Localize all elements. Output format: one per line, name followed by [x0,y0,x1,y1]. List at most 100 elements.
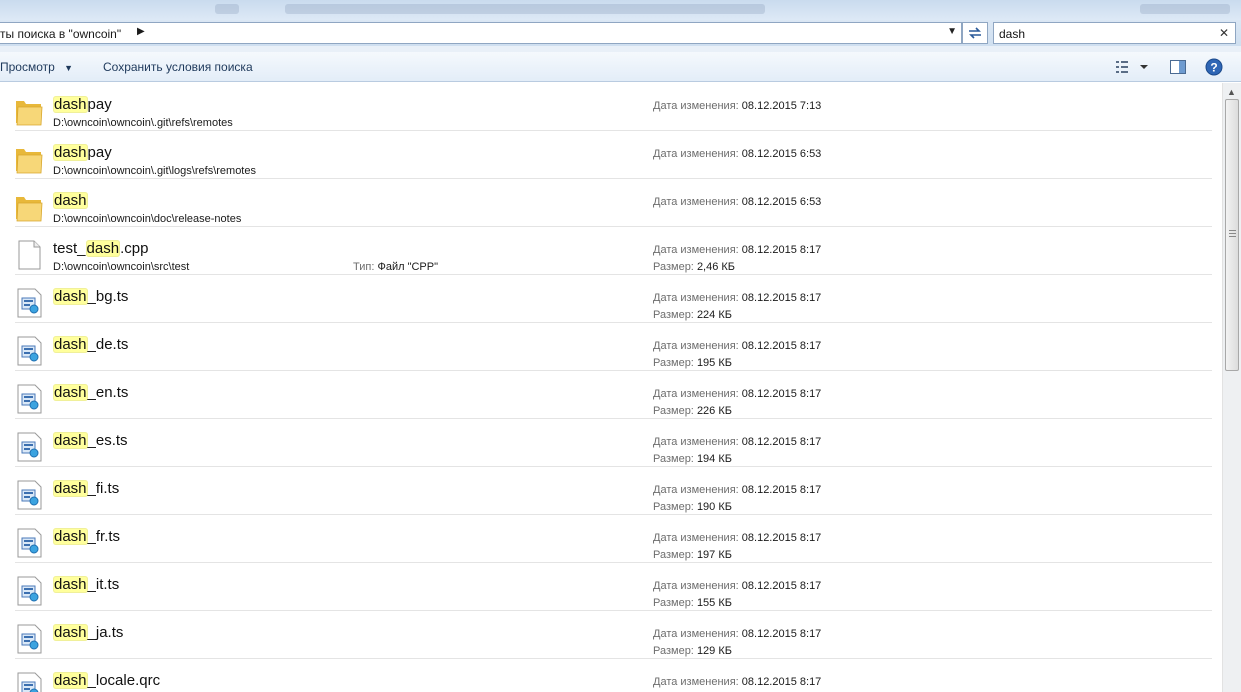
file-name[interactable]: dash_fi.ts [53,480,119,497]
result-row[interactable]: dash_de.ts Дата изменения: 08.12.2015 8:1… [0,323,1222,371]
date-value: 08.12.2015 8:17 [741,388,822,400]
result-row[interactable]: dash_fi.ts Дата изменения: 08.12.2015 8:1… [0,467,1222,515]
title-path-ghost [285,4,765,14]
window-controls-ghost [1140,4,1230,14]
scroll-thumb[interactable] [1225,99,1239,371]
help-icon: ? [1205,58,1223,76]
size-label: Размер: [653,453,694,465]
result-row[interactable]: dash_locale.qrc Дата изменения: 08.12.201… [0,659,1222,692]
file-name[interactable]: dash_de.ts [53,336,128,353]
size-value: 194 КБ [696,453,732,465]
view-menu-button[interactable]: Просмотр ▼ [0,60,73,74]
result-row[interactable]: dash_bg.ts Дата изменения: 08.12.2015 8:1… [0,275,1222,323]
command-bar: Просмотр ▼ Сохранить условия поиска ? [0,52,1241,82]
qt-translation-file-icon [15,431,43,463]
result-row[interactable]: test_dash.cpp D:\owncoin\owncoin\src\test… [0,227,1222,275]
qt-translation-file-icon [15,575,43,607]
file-size: Размер: 195 КБ [653,357,732,369]
qt-translation-file-icon [15,623,43,655]
file-name[interactable]: dash_bg.ts [53,288,128,305]
result-row[interactable]: dash_ja.ts Дата изменения: 08.12.2015 8:1… [0,611,1222,659]
file-name[interactable]: dashpay [53,144,112,161]
file-size: Размер: 190 КБ [653,501,732,513]
help-button[interactable]: ? [1205,58,1223,79]
file-name-suffix: _bg.ts [87,288,129,305]
save-search-button[interactable]: Сохранить условия поиска [103,60,253,74]
search-highlight: dash [53,624,88,641]
file-name[interactable]: dash [53,192,88,209]
date-value: 08.12.2015 8:17 [741,676,822,688]
date-value: 08.12.2015 8:17 [741,580,822,592]
file-size: Размер: 194 КБ [653,453,732,465]
file-name-suffix: _ja.ts [87,624,124,641]
size-label: Размер: [653,357,694,369]
scroll-up-arrow-icon[interactable]: ▲ [1227,87,1236,97]
view-options-button[interactable] [1114,58,1154,79]
date-label: Дата изменения: [653,148,739,160]
folder-icon [15,95,43,127]
date-value: 08.12.2015 7:13 [741,100,822,112]
refresh-button[interactable] [962,22,988,44]
file-size: Размер: 129 КБ [653,645,732,657]
size-value: 195 КБ [696,357,732,369]
date-modified: Дата изменения: 08.12.2015 8:17 [653,580,821,592]
date-label: Дата изменения: [653,196,739,208]
blank-file-icon [15,239,43,271]
date-modified: Дата изменения: 08.12.2015 8:17 [653,340,821,352]
result-row[interactable]: dash_es.ts Дата изменения: 08.12.2015 8:1… [0,419,1222,467]
search-box[interactable]: ✕ [993,22,1236,44]
date-modified: Дата изменения: 08.12.2015 8:17 [653,676,821,688]
result-row[interactable]: dash_it.ts Дата изменения: 08.12.2015 8:1… [0,563,1222,611]
file-name[interactable]: dash_locale.qrc [53,672,160,689]
search-highlight: dash [53,672,88,689]
result-row[interactable]: dash D:\owncoin\owncoin\doc\release-notes… [0,179,1222,227]
result-row[interactable]: dashpay D:\owncoin\owncoin\.git\refs\remo… [0,83,1222,131]
back-button-ghost [215,4,239,14]
date-modified: Дата изменения: 08.12.2015 8:17 [653,244,821,256]
size-label: Размер: [653,405,694,417]
size-label: Размер: [653,549,694,561]
size-value: 2,46 КБ [696,261,736,273]
size-label: Размер: [653,309,694,321]
clear-search-icon[interactable]: ✕ [1219,26,1229,40]
search-highlight: dash [53,480,88,497]
search-highlight: dash [53,384,88,401]
date-label: Дата изменения: [653,484,739,496]
file-name[interactable]: dash_en.ts [53,384,128,401]
breadcrumb-arrow-icon[interactable]: ▶ [137,26,145,37]
qt-translation-file-icon [15,479,43,511]
qt-translation-file-icon [15,527,43,559]
date-label: Дата изменения: [653,388,739,400]
result-row[interactable]: dash_en.ts Дата изменения: 08.12.2015 8:1… [0,371,1222,419]
file-name[interactable]: dash_es.ts [53,432,128,449]
search-highlight: dash [53,576,88,593]
search-highlight: dash [53,432,88,449]
result-row[interactable]: dash_fr.ts Дата изменения: 08.12.2015 8:1… [0,515,1222,563]
date-value: 08.12.2015 8:17 [741,436,822,448]
file-name[interactable]: dashpay [53,96,112,113]
folder-icon [15,191,43,223]
address-dropdown-icon[interactable]: ▼ [947,26,957,37]
qt-translation-file-icon [15,671,43,692]
file-name[interactable]: dash_ja.ts [53,624,123,641]
search-input[interactable] [999,26,1209,41]
size-label: Размер: [653,645,694,657]
file-name[interactable]: dash_it.ts [53,576,119,593]
search-highlight: dash [53,288,88,305]
vertical-scrollbar[interactable]: ▲ [1222,83,1241,692]
file-name-suffix: _en.ts [87,384,129,401]
file-name-prefix: test_ [53,240,86,257]
file-path: D:\owncoin\owncoin\.git\logs\refs\remote… [53,165,256,177]
file-name[interactable]: test_dash.cpp [53,240,148,257]
breadcrumb[interactable]: ты поиска в "owncoin" [0,27,121,41]
file-path: D:\owncoin\owncoin\.git\refs\remotes [53,117,233,129]
result-row[interactable]: dashpay D:\owncoin\owncoin\.git\logs\refs… [0,131,1222,179]
date-modified: Дата изменения: 08.12.2015 8:17 [653,436,821,448]
date-value: 08.12.2015 8:17 [741,292,822,304]
view-options-icon [1116,61,1148,73]
date-label: Дата изменения: [653,628,739,640]
search-highlight: dash [53,96,88,113]
file-name[interactable]: dash_fr.ts [53,528,120,545]
preview-pane-button[interactable] [1169,58,1187,79]
address-bar[interactable]: ты поиска в "owncoin" ▶ ▼ [0,22,962,44]
